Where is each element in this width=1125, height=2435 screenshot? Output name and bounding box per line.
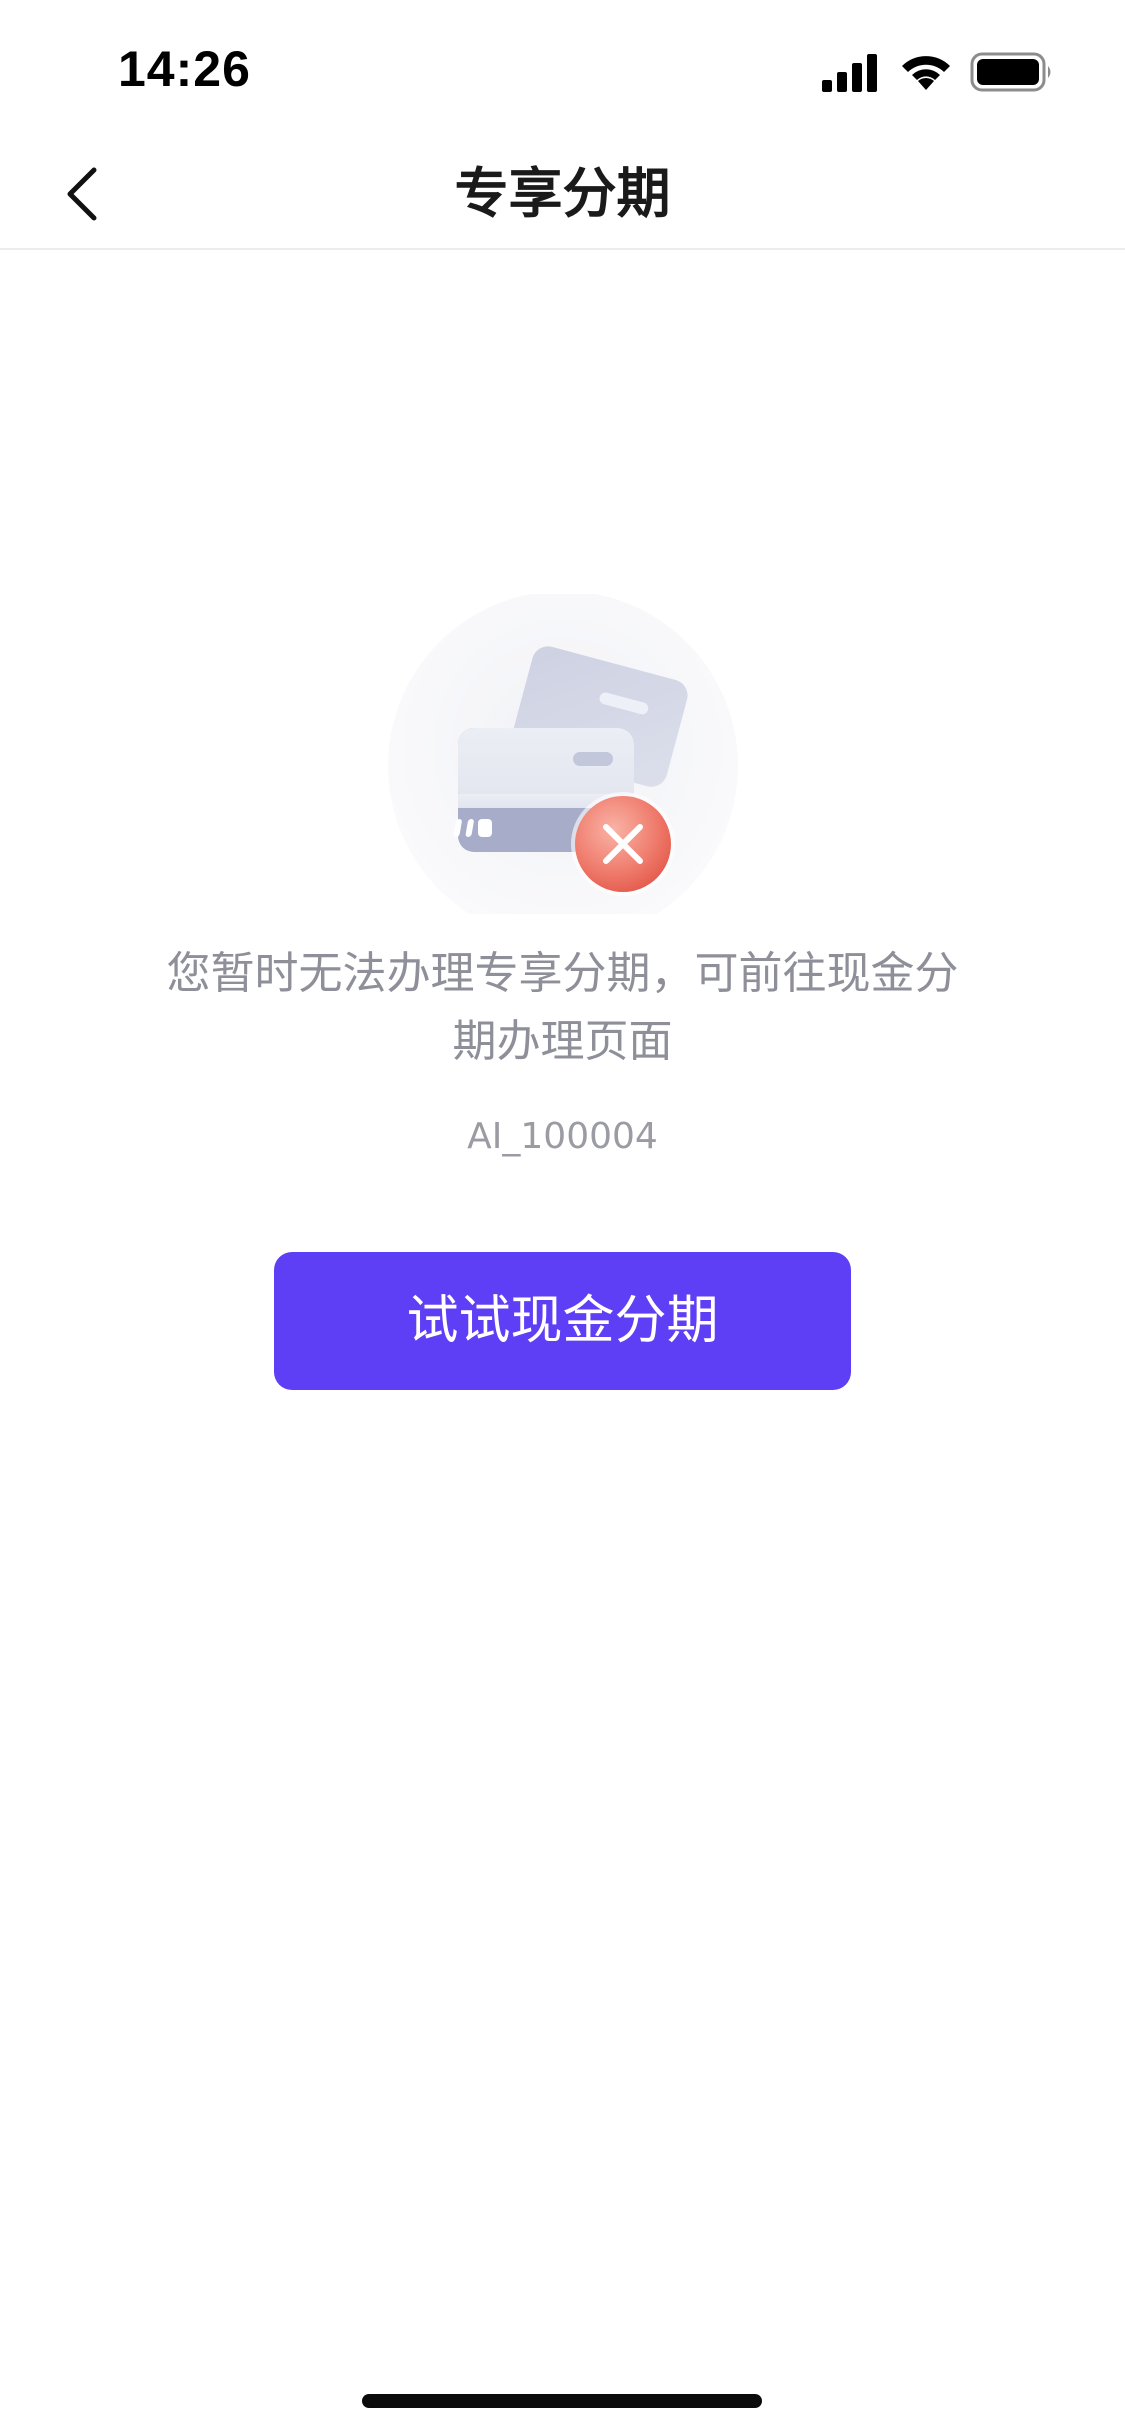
home-indicator[interactable] (362, 2394, 762, 2408)
status-bar: 14:26 (0, 0, 1125, 140)
signal-icon (822, 54, 877, 92)
error-message: 您暂时无法办理专享分期，可前往现金分期办理页面 (166, 948, 959, 1067)
wifi-icon (902, 56, 950, 90)
page-title: 专享分期 (454, 162, 671, 225)
status-time: 14:26 (118, 41, 251, 97)
status-icons (820, 52, 1060, 98)
error-code: AI_100004 (467, 1116, 658, 1157)
card-error-illustration (388, 591, 738, 941)
screen: 14:26 专享分期 您暂时无法办理专享分期，可前往现金分期办理页面 AI_10… (0, 0, 1125, 2435)
card-error-icon (388, 591, 738, 941)
nav-bar: 专享分期 (0, 140, 1125, 250)
try-cash-installment-button[interactable]: 试试现金分期 (274, 1252, 851, 1390)
battery-icon (970, 52, 1051, 92)
